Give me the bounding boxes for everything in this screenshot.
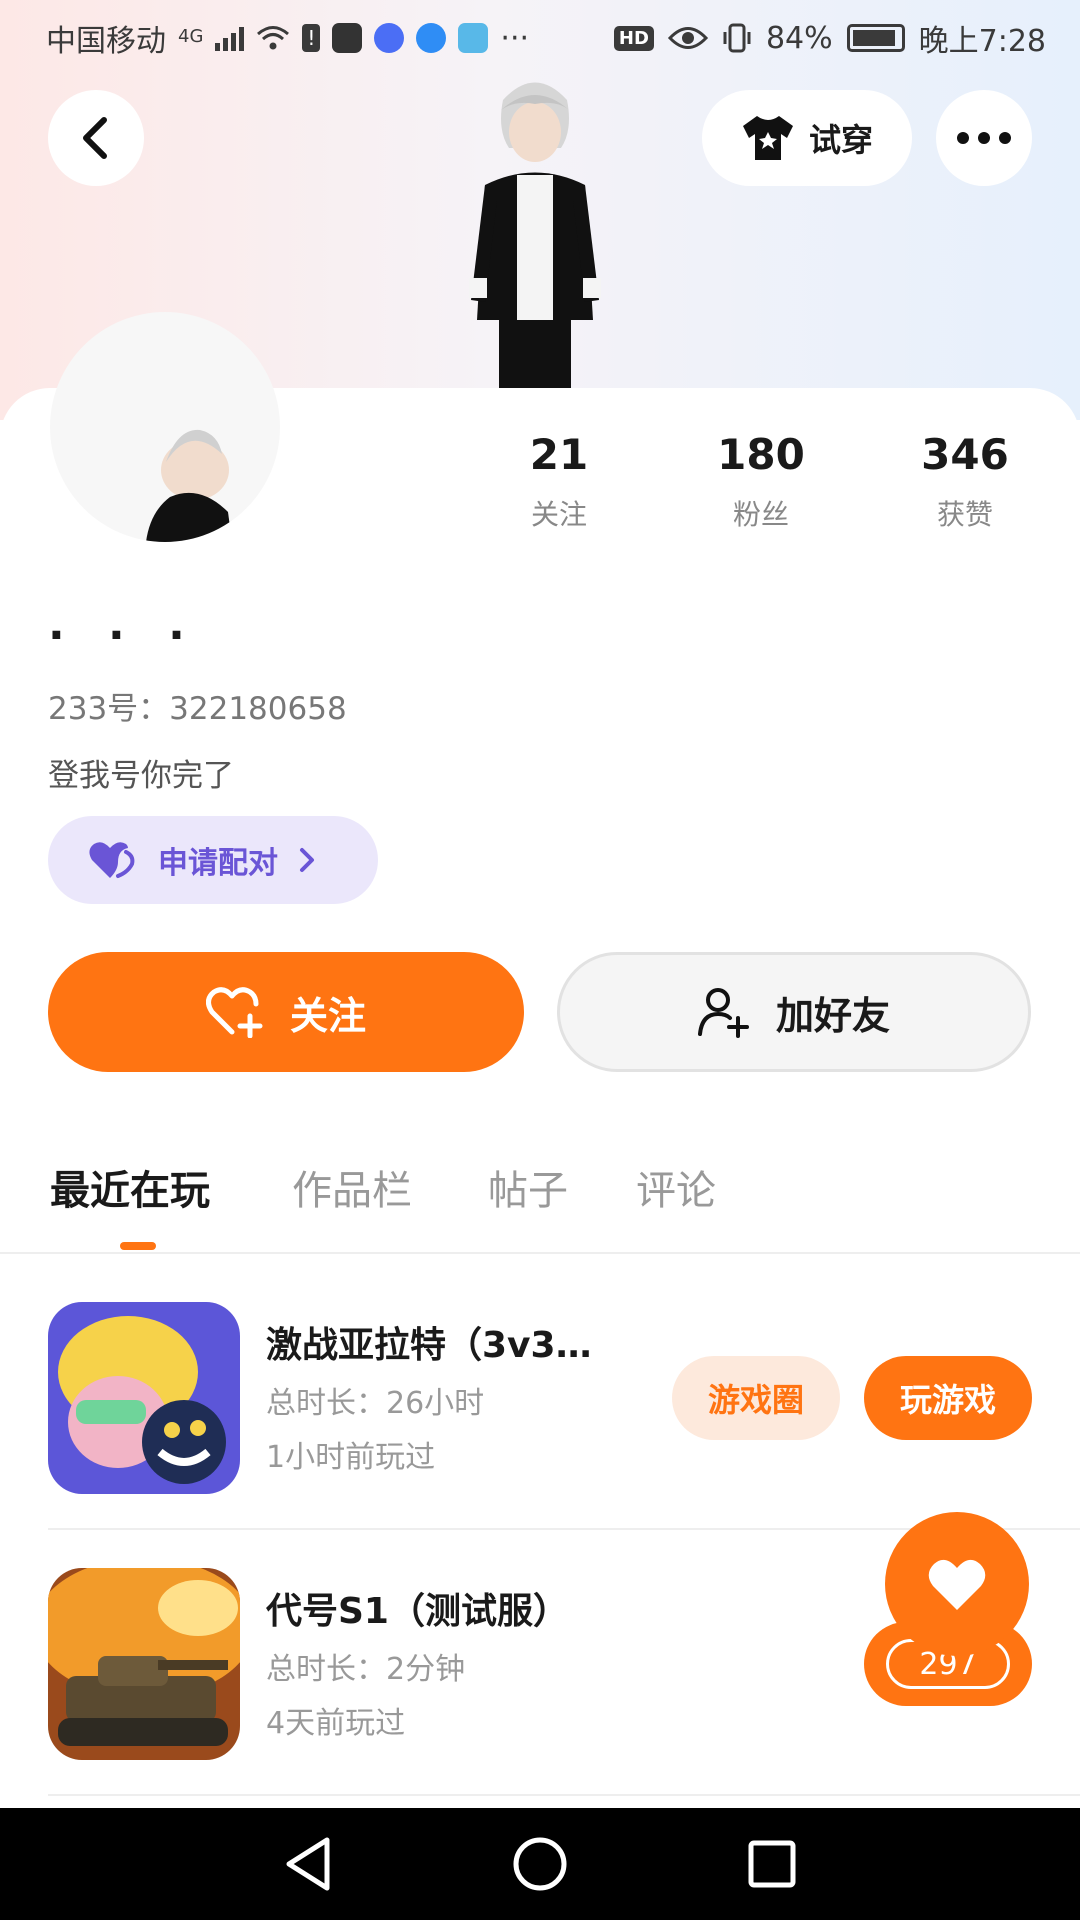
game-last-played: 1小时前玩过 (266, 1440, 436, 1475)
music-app-icon (374, 23, 405, 53)
request-pair-label: 申请配对 (158, 846, 278, 881)
status-bar: 中国移动 4G ! ··· HD 84% 晚上7:28 (0, 0, 1080, 76)
likes-count: 346 (921, 430, 1009, 479)
chevron-right-icon (300, 848, 314, 872)
triangle-back-icon (286, 1837, 330, 1891)
clock: 晚上7:28 (918, 24, 1046, 59)
heart-icon (928, 1559, 986, 1610)
profile-tabs: 最近在玩 作品栏 帖子 评论 (0, 1150, 1080, 1254)
eye-icon (667, 27, 708, 49)
user-id[interactable]: 233号：322180658 (48, 683, 347, 728)
followers-label: 粉丝 (732, 498, 789, 531)
back-button[interactable] (48, 90, 144, 186)
tab-recently-played[interactable]: 最近在玩 (50, 1158, 210, 1216)
play-game-button[interactable]: 玩游戏 (864, 1356, 1032, 1440)
network-type-label: 4G (178, 26, 204, 47)
follow-button[interactable]: 关注 (48, 952, 524, 1072)
game-duration: 总时长：26小时 (266, 1386, 485, 1421)
follow-label: 关注 (289, 993, 366, 1038)
heart-plus-icon (205, 987, 263, 1038)
game-title: 激战亚拉特（3v3… (266, 1325, 592, 1366)
nickname: · · · (48, 610, 199, 661)
battery-percent: 84% (765, 20, 833, 56)
more-options-button[interactable] (936, 90, 1032, 186)
following-count: 21 (529, 430, 589, 479)
nav-recents-button[interactable] (742, 1834, 802, 1894)
game-duration: 总时长：2分钟 (266, 1652, 466, 1687)
app-notification-icon (332, 23, 363, 53)
active-tab-indicator (120, 1242, 156, 1250)
tab-works[interactable]: 作品栏 (292, 1158, 412, 1216)
avatar-figure-icon (146, 429, 232, 542)
signal-icon (215, 25, 245, 51)
game-list-item[interactable]: 激战亚拉特（3v3… 总时长：26小时 1小时前玩过 游戏圈 玩游戏 (48, 1302, 1080, 1496)
game-circle-label: 游戏圈 (707, 1381, 804, 1419)
browser-app-icon (416, 23, 447, 53)
nav-back-button[interactable] (278, 1834, 338, 1894)
game-title: 代号S1（测试服） (266, 1591, 569, 1632)
stat-following[interactable]: 21 关注 (484, 430, 634, 533)
followers-count: 180 (717, 430, 805, 479)
request-pair-button[interactable]: 申请配对 (48, 816, 378, 904)
tshirt-icon (742, 116, 793, 160)
like-button[interactable] (885, 1512, 1029, 1656)
add-friend-label: 加好友 (775, 993, 890, 1038)
play-game-label: 玩游戏 (899, 1381, 996, 1419)
bio: 登我号你完了 (48, 758, 234, 794)
tab-comments[interactable]: 评论 (636, 1158, 716, 1216)
add-user-icon (697, 988, 749, 1038)
game-last-played: 4天前玩过 (266, 1706, 406, 1741)
carrier-label: 中国移动 (46, 24, 166, 59)
likes-label: 获赞 (936, 498, 993, 531)
game-icon (48, 1302, 240, 1494)
square-recents-icon (748, 1840, 796, 1888)
stat-followers[interactable]: 180 粉丝 (686, 430, 836, 533)
back-arrow-icon (83, 117, 107, 159)
more-notifications-label: ··· (500, 20, 530, 56)
nav-home-button[interactable] (510, 1834, 570, 1894)
game-app-icon (458, 23, 489, 53)
alert-icon: ! (302, 24, 321, 52)
system-navigation-bar (0, 1808, 1080, 1920)
tab-posts[interactable]: 帖子 (488, 1158, 568, 1216)
circle-home-icon (513, 1837, 567, 1891)
game-circle-button[interactable]: 游戏圈 (672, 1356, 840, 1440)
stat-likes[interactable]: 346 获赞 (890, 430, 1040, 533)
heart-pair-icon (89, 842, 135, 878)
list-divider (48, 1794, 1080, 1796)
avatar[interactable] (50, 312, 280, 542)
following-label: 关注 (530, 498, 587, 531)
hd-badge: HD (613, 25, 654, 51)
try-on-button[interactable]: 试穿 (702, 90, 912, 186)
battery-icon (846, 24, 905, 52)
game-icon (48, 1568, 240, 1760)
more-dots-icon (957, 132, 1011, 144)
avatar-3d-figure (469, 82, 601, 390)
vibrate-icon (723, 23, 751, 53)
add-friend-button[interactable]: 加好友 (557, 952, 1031, 1072)
try-on-label: 试穿 (808, 121, 873, 159)
wifi-icon (257, 26, 290, 50)
